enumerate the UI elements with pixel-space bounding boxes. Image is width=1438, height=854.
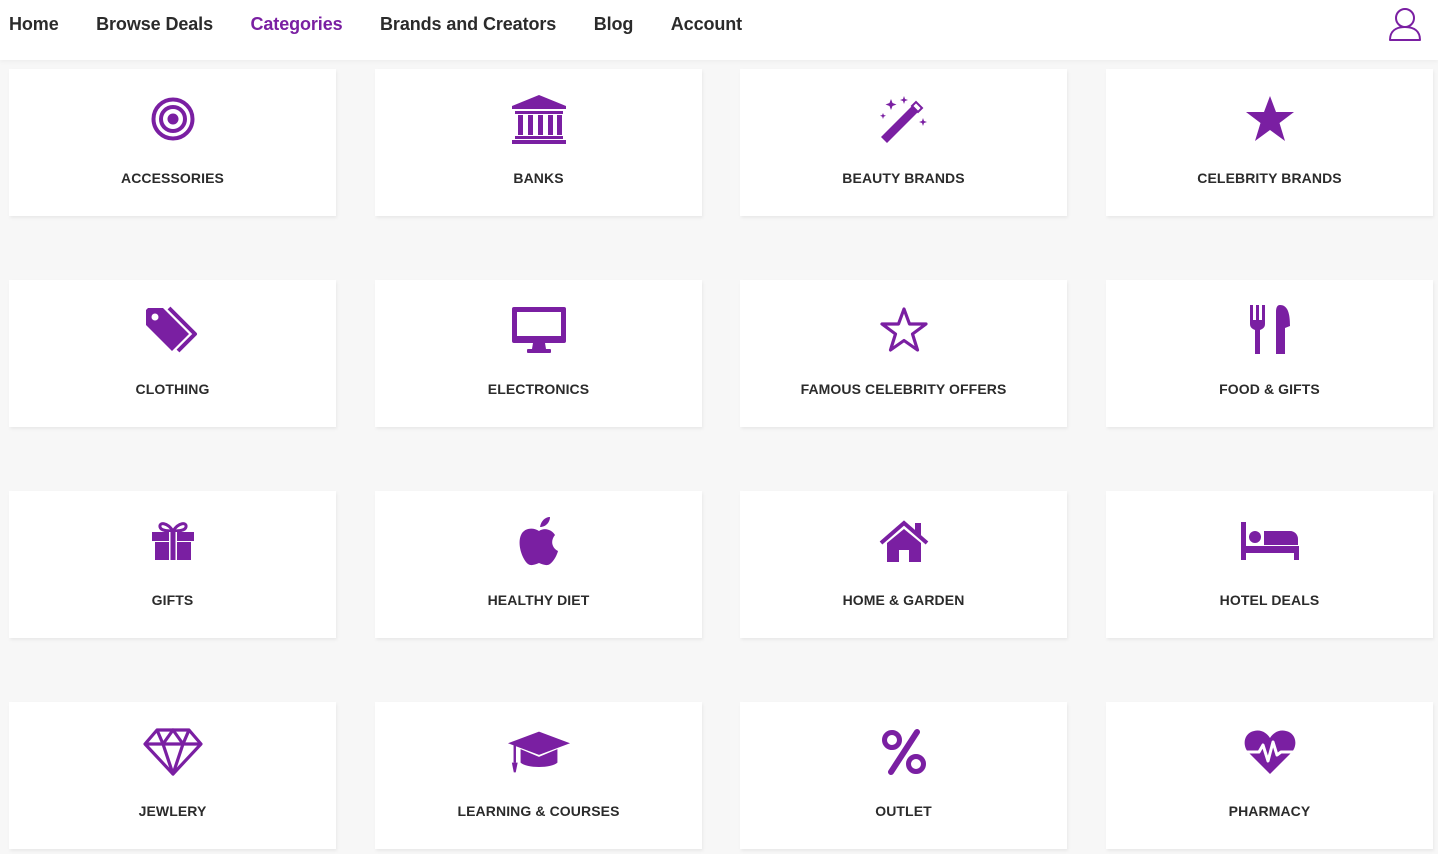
nav-blog[interactable]: Blog — [594, 14, 634, 35]
category-label: BANKS — [513, 170, 564, 186]
category-card-hotel-deals[interactable]: HOTEL DEALS — [1106, 491, 1433, 638]
home-icon — [872, 513, 936, 569]
category-card-healthy-diet[interactable]: HEALTHY DIET — [375, 491, 702, 638]
category-label: HEALTHY DIET — [487, 592, 590, 608]
category-label: ACCESSORIES — [120, 170, 224, 186]
category-label: CLOTHING — [135, 381, 210, 397]
main-nav: Home Browse Deals Categories Brands and … — [9, 0, 780, 48]
category-card-pharmacy[interactable]: PHARMACY — [1106, 702, 1433, 849]
graduation-cap-icon — [507, 724, 571, 780]
category-card-home-garden[interactable]: HOME & GARDEN — [740, 491, 1067, 638]
category-card-clothing[interactable]: CLOTHING — [9, 280, 336, 427]
bank-icon — [507, 91, 571, 147]
user-account-button[interactable] — [1388, 6, 1422, 42]
cutlery-icon — [1238, 302, 1302, 358]
tags-icon — [141, 302, 205, 358]
category-card-food-gifts[interactable]: FOOD & GIFTS — [1106, 280, 1433, 427]
category-label: HOME & GARDEN — [842, 592, 965, 608]
category-label: OUTLET — [875, 803, 932, 819]
category-label: HOTEL DEALS — [1219, 592, 1320, 608]
apple-icon — [507, 513, 571, 569]
nav-brands-and-creators[interactable]: Brands and Creators — [380, 14, 556, 35]
category-card-accessories[interactable]: ACCESSORIES — [9, 69, 336, 216]
category-card-jewlery[interactable]: JEWLERY — [9, 702, 336, 849]
nav-home[interactable]: Home — [9, 14, 59, 35]
category-card-celebrity-brands[interactable]: CELEBRITY BRANDS — [1106, 69, 1433, 216]
category-card-learning-courses[interactable]: LEARNING & COURSES — [375, 702, 702, 849]
top-navigation-bar: Home Browse Deals Categories Brands and … — [0, 0, 1438, 60]
category-card-gifts[interactable]: GIFTS — [9, 491, 336, 638]
star-icon — [1238, 91, 1302, 147]
gift-icon — [141, 513, 205, 569]
diamond-icon — [141, 724, 205, 780]
category-card-banks[interactable]: BANKS — [375, 69, 702, 216]
heartbeat-icon — [1238, 724, 1302, 780]
user-icon — [1389, 8, 1421, 41]
category-label: LEARNING & COURSES — [457, 803, 620, 819]
category-label: FAMOUS CELEBRITY OFFERS — [800, 381, 1007, 397]
category-label: PHARMACY — [1228, 803, 1311, 819]
category-label: ELECTRONICS — [487, 381, 590, 397]
category-label: FOOD & GIFTS — [1219, 381, 1320, 397]
category-card-outlet[interactable]: OUTLET — [740, 702, 1067, 849]
nav-browse-deals[interactable]: Browse Deals — [96, 14, 213, 35]
nav-account[interactable]: Account — [671, 14, 742, 35]
category-card-famous-celebrity-offers[interactable]: FAMOUS CELEBRITY OFFERS — [740, 280, 1067, 427]
category-label: BEAUTY BRANDS — [842, 170, 965, 186]
percent-icon — [872, 724, 936, 780]
category-label: GIFTS — [151, 592, 194, 608]
nav-categories[interactable]: Categories — [250, 14, 342, 35]
star-outline-icon — [872, 302, 936, 358]
category-card-beauty-brands[interactable]: BEAUTY BRANDS — [740, 69, 1067, 216]
magic-wand-icon — [872, 91, 936, 147]
bullseye-icon — [141, 91, 205, 147]
desktop-icon — [507, 302, 571, 358]
category-label: CELEBRITY BRANDS — [1197, 170, 1342, 186]
category-label: JEWLERY — [138, 803, 207, 819]
categories-grid: ACCESSORIES BANKS BEAUTY BRANDS CELEBRIT… — [0, 0, 1438, 854]
bed-icon — [1238, 513, 1302, 569]
category-card-electronics[interactable]: ELECTRONICS — [375, 280, 702, 427]
